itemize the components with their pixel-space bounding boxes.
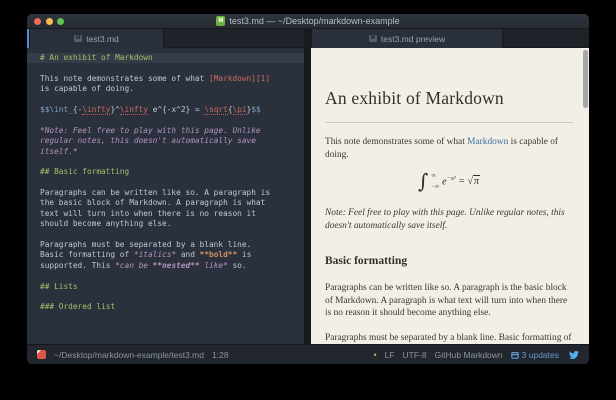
- encoding-indicator[interactable]: UTF-8: [403, 350, 427, 360]
- editor-line[interactable]: [40, 178, 304, 188]
- markdown-icon: M: [369, 35, 377, 42]
- math-block: ∫ ∞ −∞ e−x² = √π: [325, 168, 573, 194]
- tab-editor-label: test3.md: [86, 34, 119, 44]
- active-pane-accent: [27, 29, 29, 48]
- preview-paragraph-2: Paragraphs can be written like so. A par…: [325, 282, 573, 320]
- editor-line[interactable]: ## Lists: [40, 282, 304, 292]
- updates-label: 3 updates: [522, 350, 559, 360]
- markdown-icon: M: [74, 35, 82, 42]
- integral-symbol: ∫: [418, 171, 428, 191]
- editor-line[interactable]: Paragraphs must be separated by a blank …: [40, 240, 304, 250]
- editor-line[interactable]: [40, 292, 304, 302]
- close-button[interactable]: [34, 18, 41, 25]
- editor-lines[interactable]: # An exhibit of Markdown This note demon…: [27, 48, 304, 344]
- updates-button[interactable]: 3 updates: [511, 350, 559, 360]
- window-title: M test3.md — ~/Desktop/markdown-example: [216, 16, 399, 26]
- traffic-lights: [34, 18, 64, 25]
- preview-heading2: Basic formatting: [325, 255, 573, 267]
- zoom-button[interactable]: [57, 18, 64, 25]
- editor-line[interactable]: Basic formatting of *italics* and **bold…: [40, 250, 304, 260]
- window-title-text: test3.md — ~/Desktop/markdown-example: [229, 16, 399, 26]
- package-icon: [511, 351, 519, 359]
- editor-line[interactable]: Paragraphs can be written like so. A par…: [40, 188, 304, 198]
- tab-preview-label: test3.md preview: [381, 34, 445, 44]
- preview-content: An exhibit of Markdown This note demonst…: [311, 48, 589, 344]
- editor-line[interactable]: [40, 115, 304, 125]
- editor-line[interactable]: should become anything else.: [40, 219, 304, 229]
- pending-dot-icon: •: [373, 350, 376, 360]
- equals-sign: =: [459, 176, 465, 187]
- cursor-position[interactable]: 1:28: [212, 350, 229, 360]
- preview-pane: M test3.md preview An exhibit of Markdow…: [311, 29, 589, 344]
- editor-line[interactable]: [40, 63, 304, 73]
- integral-upper-limit: ∞: [431, 173, 439, 179]
- editor-line[interactable]: text will turn into when there is no rea…: [40, 209, 304, 219]
- integral-lower-limit: −∞: [431, 184, 439, 190]
- editor-line[interactable]: [40, 95, 304, 105]
- editor-tab-bar: M test3.md: [27, 29, 304, 48]
- preview-scrollbar-thumb[interactable]: [583, 50, 588, 108]
- preview-tab-bar: M test3.md preview: [311, 29, 589, 48]
- preview-note: Note: Feel free to play with this page. …: [325, 207, 573, 232]
- grammar-indicator[interactable]: GitHub Markdown: [435, 350, 503, 360]
- para1-text: This note demonstrates some of what: [325, 137, 467, 147]
- editor-line[interactable]: [40, 230, 304, 240]
- editor-line[interactable]: # An exhibit of Markdown: [27, 53, 304, 63]
- sqrt-expression: √π: [467, 176, 480, 187]
- markdown-link[interactable]: Markdown: [467, 137, 508, 147]
- editor-line[interactable]: [40, 157, 304, 167]
- editor-line[interactable]: $$\int_{-\infty}^\infty e^{-x^2} = \sqrt…: [40, 105, 304, 115]
- math-exponent: −x²: [447, 175, 456, 182]
- editor-line[interactable]: regular notes, this doesn't automaticall…: [40, 136, 304, 146]
- editor-line[interactable]: is capable of doing.: [40, 84, 304, 94]
- editor-pane: M test3.md # An exhibit of Markdown This…: [27, 29, 304, 344]
- tab-preview[interactable]: M test3.md preview: [311, 29, 503, 48]
- panes-container: M test3.md # An exhibit of Markdown This…: [27, 29, 589, 344]
- pane-divider[interactable]: [304, 29, 311, 344]
- status-bar: ~/Desktop/markdown-example/test3.md 1:28…: [27, 344, 589, 364]
- editor-line[interactable]: supported. This *can be **nested** like*…: [40, 261, 304, 271]
- integral-limits: ∞ −∞: [431, 171, 439, 191]
- preview-heading1: An exhibit of Markdown: [325, 88, 573, 109]
- math-base: e−x²: [442, 175, 456, 187]
- tab-editor[interactable]: M test3.md: [29, 29, 164, 48]
- modified-file-icon[interactable]: [37, 350, 46, 359]
- editor-line[interactable]: This note demonstrates some of what [Mar…: [40, 74, 304, 84]
- title-bar: M test3.md — ~/Desktop/markdown-example: [27, 14, 589, 29]
- minimize-button[interactable]: [46, 18, 53, 25]
- app-window: M test3.md — ~/Desktop/markdown-example …: [27, 14, 589, 364]
- editor-line[interactable]: ### Ordered list: [40, 302, 304, 312]
- preview-paragraph-3: Paragraphs must be separated by a blank …: [325, 332, 573, 345]
- heading-rule: [325, 122, 573, 123]
- pi-symbol: π: [473, 175, 480, 187]
- editor-line[interactable]: the basic block of Markdown. A paragraph…: [40, 198, 304, 208]
- editor-line[interactable]: [40, 271, 304, 281]
- line-ending-indicator[interactable]: LF: [385, 350, 395, 360]
- twitter-icon[interactable]: [569, 350, 579, 360]
- status-file-path[interactable]: ~/Desktop/markdown-example/test3.md: [54, 350, 204, 360]
- preview-paragraph-1: This note demonstrates some of what Mark…: [325, 136, 573, 161]
- editor-line[interactable]: *Note: Feel free to play with this page.…: [40, 126, 304, 136]
- editor-line[interactable]: itself.*: [40, 147, 304, 157]
- markdown-file-icon: M: [216, 16, 225, 26]
- editor-line[interactable]: ## Basic formatting: [40, 167, 304, 177]
